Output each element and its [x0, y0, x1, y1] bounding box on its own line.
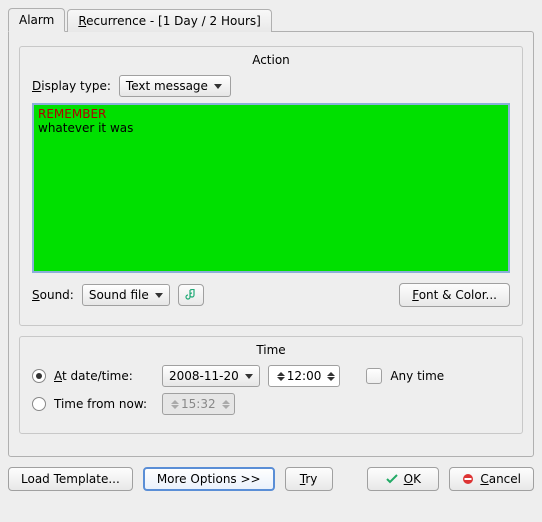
time-from-now-radio[interactable] — [32, 397, 46, 411]
action-group: Action Display type: Text message REMEMB… — [19, 46, 523, 326]
ok-label: OK — [404, 472, 421, 486]
sound-font-row: Sound: Sound file Font & Color... — [32, 283, 510, 307]
sound-select[interactable]: Sound file — [82, 284, 170, 306]
cancel-icon — [462, 473, 474, 485]
tab-alarm-label: Alarm — [19, 13, 54, 27]
more-options-button[interactable]: More Options >> — [143, 467, 275, 491]
display-type-select[interactable]: Text message — [119, 75, 231, 97]
ok-check-icon — [386, 473, 398, 485]
time-value: 12:00 — [287, 369, 326, 383]
font-color-label: Font & Color... — [412, 288, 497, 302]
try-label: Try — [300, 472, 318, 486]
chevron-down-icon — [155, 293, 163, 298]
chevron-down-icon — [214, 84, 222, 89]
time-group-title: Time — [32, 343, 510, 357]
load-template-label: Load Template... — [21, 472, 120, 486]
message-text-input[interactable]: REMEMBER whatever it was — [32, 103, 510, 273]
display-type-value: Text message — [126, 79, 208, 93]
time-spin[interactable]: 12:00 — [268, 365, 341, 387]
tab-recurrence[interactable]: Recurrence - [1 Day / 2 Hours] — [67, 9, 272, 32]
action-group-title: Action — [32, 53, 510, 67]
cancel-label: Cancel — [480, 472, 521, 486]
tab-recurrence-label: Recurrence - [1 Day / 2 Hours] — [78, 14, 261, 28]
at-datetime-label: At date/time: — [54, 369, 154, 383]
font-color-button[interactable]: Font & Color... — [399, 283, 510, 307]
sound-play-button[interactable] — [178, 284, 204, 306]
tab-alarm[interactable]: Alarm — [8, 8, 65, 32]
date-select[interactable]: 2008-11-20 — [162, 365, 260, 387]
time-from-now-label: Time from now: — [54, 397, 154, 411]
any-time-checkbox[interactable] — [366, 368, 382, 384]
alarm-tab-content: Action Display type: Text message REMEMB… — [8, 31, 534, 457]
any-time-label: Any time — [390, 369, 444, 383]
time-from-now-spin: 15:32 — [162, 393, 235, 415]
at-datetime-row: At date/time: 2008-11-20 12:00 Any time — [32, 365, 510, 387]
chevron-down-icon — [245, 374, 253, 379]
time-group: Time At date/time: 2008-11-20 12:00 Any … — [19, 336, 523, 434]
cancel-button[interactable]: Cancel — [449, 467, 534, 491]
sound-label: Sound: — [32, 288, 74, 302]
music-note-icon — [185, 289, 197, 301]
date-value: 2008-11-20 — [169, 369, 239, 383]
display-type-row: Display type: Text message — [32, 75, 510, 97]
load-template-button[interactable]: Load Template... — [8, 467, 133, 491]
time-from-now-value: 15:32 — [181, 397, 220, 411]
try-button[interactable]: Try — [285, 467, 333, 491]
sound-value: Sound file — [89, 288, 149, 302]
ok-button[interactable]: OK — [367, 467, 439, 491]
time-from-now-row: Time from now: 15:32 — [32, 393, 510, 415]
display-type-label: Display type: — [32, 79, 111, 93]
more-options-label: More Options >> — [157, 472, 261, 486]
at-datetime-radio[interactable] — [32, 369, 46, 383]
footer-button-bar: Load Template... More Options >> Try OK … — [8, 467, 534, 491]
tab-bar: Alarm Recurrence - [1 Day / 2 Hours] — [8, 8, 534, 32]
